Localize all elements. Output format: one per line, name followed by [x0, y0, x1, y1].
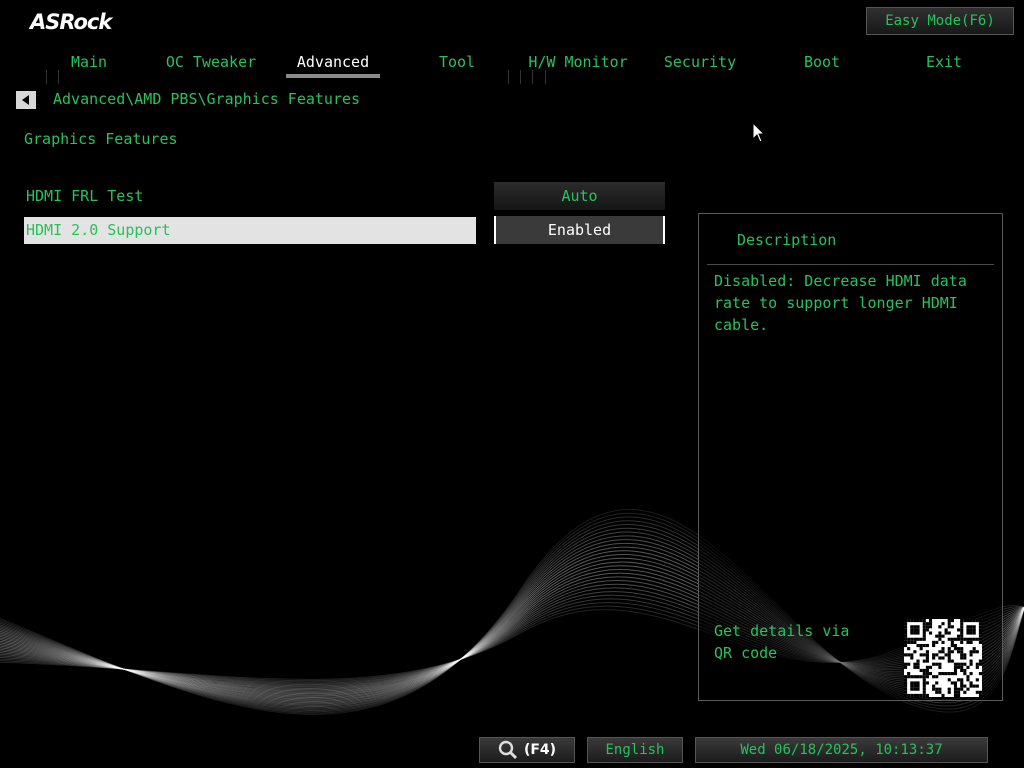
search-shortcut-label: (F4) — [523, 742, 557, 758]
qr-prompt: Get details via QR code — [714, 622, 850, 662]
easy-mode-button[interactable]: Easy Mode(F6) — [866, 7, 1014, 35]
tab-exit[interactable]: Exit — [889, 48, 999, 78]
tab-oc-tweaker[interactable]: OC Tweaker — [156, 48, 266, 78]
back-button[interactable] — [16, 91, 36, 109]
setting-label-hdmi-2-0-support[interactable]: HDMI 2.0 Support — [24, 217, 476, 244]
tab-advanced[interactable]: Advanced — [278, 48, 388, 78]
setting-label-hdmi-frl-test[interactable]: HDMI FRL Test — [24, 183, 476, 210]
mouse-cursor-icon — [752, 122, 766, 143]
search-button[interactable]: (F4) — [479, 737, 575, 763]
page-title: Graphics Features — [24, 130, 178, 148]
tab-security[interactable]: Security — [645, 48, 755, 78]
asrock-logo: ASRock — [30, 10, 112, 34]
tab-hw-monitor[interactable]: H/W Monitor — [523, 48, 633, 78]
qr-code-icon — [904, 619, 982, 697]
setting-value-hdmi-frl-test[interactable]: Auto — [494, 182, 665, 210]
description-title: Description — [737, 231, 837, 249]
setting-value-hdmi-2-0-support[interactable]: Enabled — [494, 216, 665, 244]
breadcrumb: Advanced\AMD PBS\Graphics Features — [53, 90, 361, 108]
description-text: Disabled: Decrease HDMI data rate to sup… — [714, 272, 967, 334]
tab-main[interactable]: Main — [34, 48, 144, 78]
language-button[interactable]: English — [587, 737, 683, 763]
datetime-display: Wed 06/18/2025, 10:13:37 — [695, 737, 988, 763]
description-divider — [707, 264, 994, 265]
main-tab-bar: Main OC Tweaker Advanced Tool H/W Monito… — [0, 48, 1024, 78]
tab-tool[interactable]: Tool — [402, 48, 512, 78]
search-icon — [498, 740, 517, 760]
tab-boot[interactable]: Boot — [767, 48, 877, 78]
